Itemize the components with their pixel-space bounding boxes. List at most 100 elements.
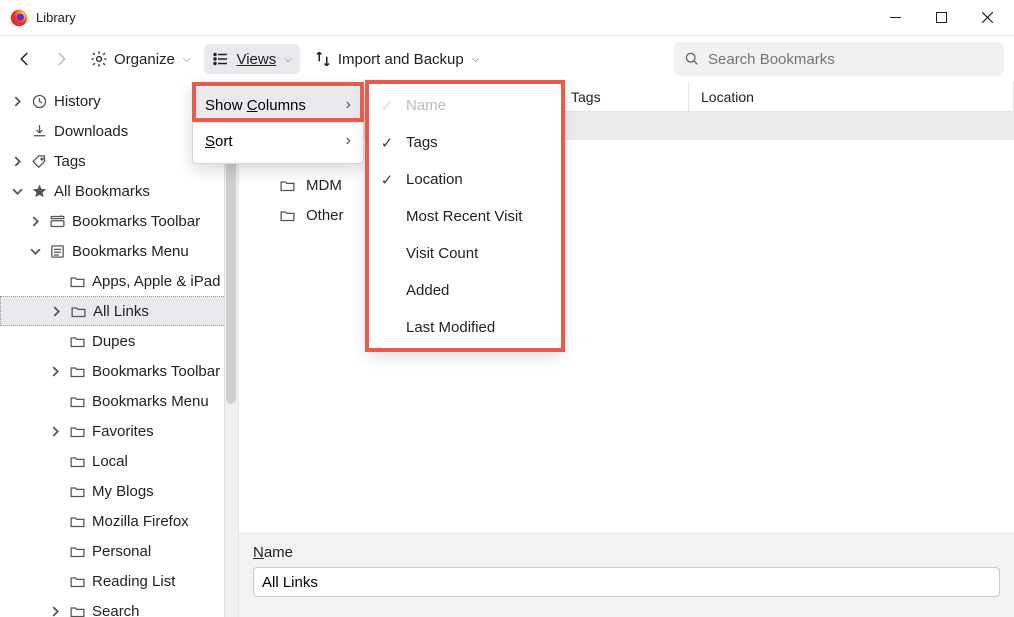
tree-item-label: History: [54, 93, 101, 110]
chevron-down-icon: ⌵: [183, 54, 191, 65]
firefox-logo-icon: [10, 9, 28, 27]
chevron-right-icon[interactable]: [10, 96, 24, 107]
menu-sort[interactable]: Sort ›: [193, 123, 363, 159]
tree-item-reading-list[interactable]: Reading List: [0, 566, 238, 596]
list-item-label: MDM: [306, 177, 342, 194]
menu-show-columns[interactable]: Show Columns ›: [193, 87, 363, 123]
minimize-button[interactable]: [872, 0, 918, 36]
tag-icon: [30, 153, 48, 170]
tree-item-bookmarks-menu[interactable]: Bookmarks Menu: [0, 236, 238, 266]
views-menu-button[interactable]: Views ⌵: [204, 44, 299, 74]
tree-item-favorites[interactable]: Favorites: [0, 416, 238, 446]
organize-label: Organize: [114, 51, 175, 68]
tree-item-label: Apps, Apple & iPad: [92, 273, 220, 290]
detail-pane: Name: [239, 533, 1014, 617]
detail-name-input[interactable]: [253, 567, 1000, 597]
tree-item-label: Bookmarks Menu: [92, 393, 209, 410]
window-controls: [872, 0, 1010, 36]
check-icon: ✓: [378, 171, 396, 189]
column-header-tags[interactable]: Tags: [559, 82, 689, 111]
folder-icon: [68, 453, 86, 470]
content-blank: [239, 230, 1014, 533]
show-columns-submenu: ✓ Name ✓ Tags ✓Location Most Recent Visit Visi…: [367, 82, 562, 350]
tree-item-label: Favorites: [92, 423, 154, 440]
folder-icon: [68, 543, 86, 560]
column-toggle-added[interactable]: Added: [368, 272, 561, 309]
chevron-down-icon: ⌵: [472, 54, 480, 65]
folder-icon: [68, 423, 86, 440]
tree-item-mozilla-firefox[interactable]: Mozilla Firefox: [0, 506, 238, 536]
list-item[interactable]: Other: [239, 200, 1014, 230]
tree-item-label: Mozilla Firefox: [92, 513, 189, 530]
tree-item-dupes[interactable]: Dupes: [0, 326, 238, 356]
organize-menu-button[interactable]: Organize ⌵: [82, 44, 198, 74]
chevron-right-icon[interactable]: [10, 156, 24, 167]
tree-item-local[interactable]: Local: [0, 446, 238, 476]
menu-show-columns-label: Show Columns: [205, 97, 306, 114]
tree-item-apps-apple-ipad[interactable]: Apps, Apple & iPad: [0, 266, 238, 296]
search-box[interactable]: [674, 42, 1004, 76]
views-label: Views: [236, 51, 276, 68]
chevron-down-icon: ⌵: [284, 54, 292, 65]
tree-item-bookmarks-menu[interactable]: Bookmarks Menu: [0, 386, 238, 416]
close-button[interactable]: [964, 0, 1010, 36]
column-toggle-location[interactable]: ✓Location: [368, 161, 561, 198]
maximize-button[interactable]: [918, 0, 964, 36]
list-icon: [212, 50, 230, 68]
tree-item-label: Reading List: [92, 573, 175, 590]
forward-button[interactable]: [46, 44, 76, 74]
column-header-location[interactable]: Location: [689, 82, 1014, 111]
tree-item-bookmarks-toolbar[interactable]: Bookmarks Toolbar: [0, 356, 238, 386]
chevron-right-icon: ›: [346, 96, 351, 114]
column-toggle-visit-count[interactable]: Visit Count: [368, 235, 561, 272]
check-icon: ✓: [378, 134, 396, 152]
chevron-right-icon[interactable]: [49, 306, 63, 317]
tree-item-label: Downloads: [54, 123, 128, 140]
tree-item-label: Dupes: [92, 333, 135, 350]
folder-icon: [68, 273, 86, 290]
import-backup-menu-button[interactable]: Import and Backup ⌵: [306, 44, 488, 74]
tree-item-my-blogs[interactable]: My Blogs: [0, 476, 238, 506]
folder-icon: [279, 177, 296, 194]
back-button[interactable]: [10, 44, 40, 74]
column-toggle-most-recent-visit[interactable]: Most Recent Visit: [368, 198, 561, 235]
check-icon: ✓: [378, 97, 396, 115]
chevron-right-icon[interactable]: [48, 366, 62, 377]
column-toggle-last-modified[interactable]: Last Modified: [368, 309, 561, 346]
tree-item-label: All Bookmarks: [54, 183, 150, 200]
search-icon: [684, 51, 700, 67]
tree-item-search[interactable]: Search: [0, 596, 238, 617]
folder-icon: [68, 483, 86, 500]
tree-item-all-bookmarks[interactable]: All Bookmarks: [0, 176, 238, 206]
chevron-down-icon[interactable]: [28, 246, 42, 257]
list-item[interactable]: MDM: [239, 170, 1014, 200]
menu-sort-label: Sort: [205, 133, 233, 150]
submenu-item-label: Tags: [406, 134, 438, 151]
views-dropdown: Show Columns › Sort ›: [192, 82, 364, 164]
tree-item-personal[interactable]: Personal: [0, 536, 238, 566]
chevron-right-icon[interactable]: [48, 426, 62, 437]
star-icon: [30, 183, 48, 200]
submenu-item-label: Most Recent Visit: [406, 208, 522, 225]
folder-icon: [68, 393, 86, 410]
tree-item-bookmarks-toolbar[interactable]: Bookmarks Toolbar: [0, 206, 238, 236]
column-toggle-tags[interactable]: ✓ Tags: [368, 124, 561, 161]
folder-icon: [68, 333, 86, 350]
chevron-right-icon[interactable]: [28, 216, 42, 227]
folder-icon: [279, 207, 296, 224]
import-label: Import and Backup: [338, 51, 464, 68]
search-input[interactable]: [708, 51, 994, 68]
folder-icon: [68, 363, 86, 380]
import-export-icon: [314, 50, 332, 68]
submenu-item-label: Added: [406, 282, 449, 299]
chevron-down-icon[interactable]: [10, 186, 24, 197]
tree-item-all-links[interactable]: All Links: [0, 296, 238, 326]
submenu-item-label: Visit Count: [406, 245, 478, 262]
submenu-item-label: Name: [406, 97, 446, 114]
tree-item-label: Bookmarks Toolbar: [92, 363, 220, 380]
tree-item-label: My Blogs: [92, 483, 154, 500]
tree-item-label: Local: [92, 453, 128, 470]
chevron-right-icon[interactable]: [48, 606, 62, 617]
chevron-right-icon: ›: [346, 132, 351, 150]
tree-item-label: Personal: [92, 543, 151, 560]
